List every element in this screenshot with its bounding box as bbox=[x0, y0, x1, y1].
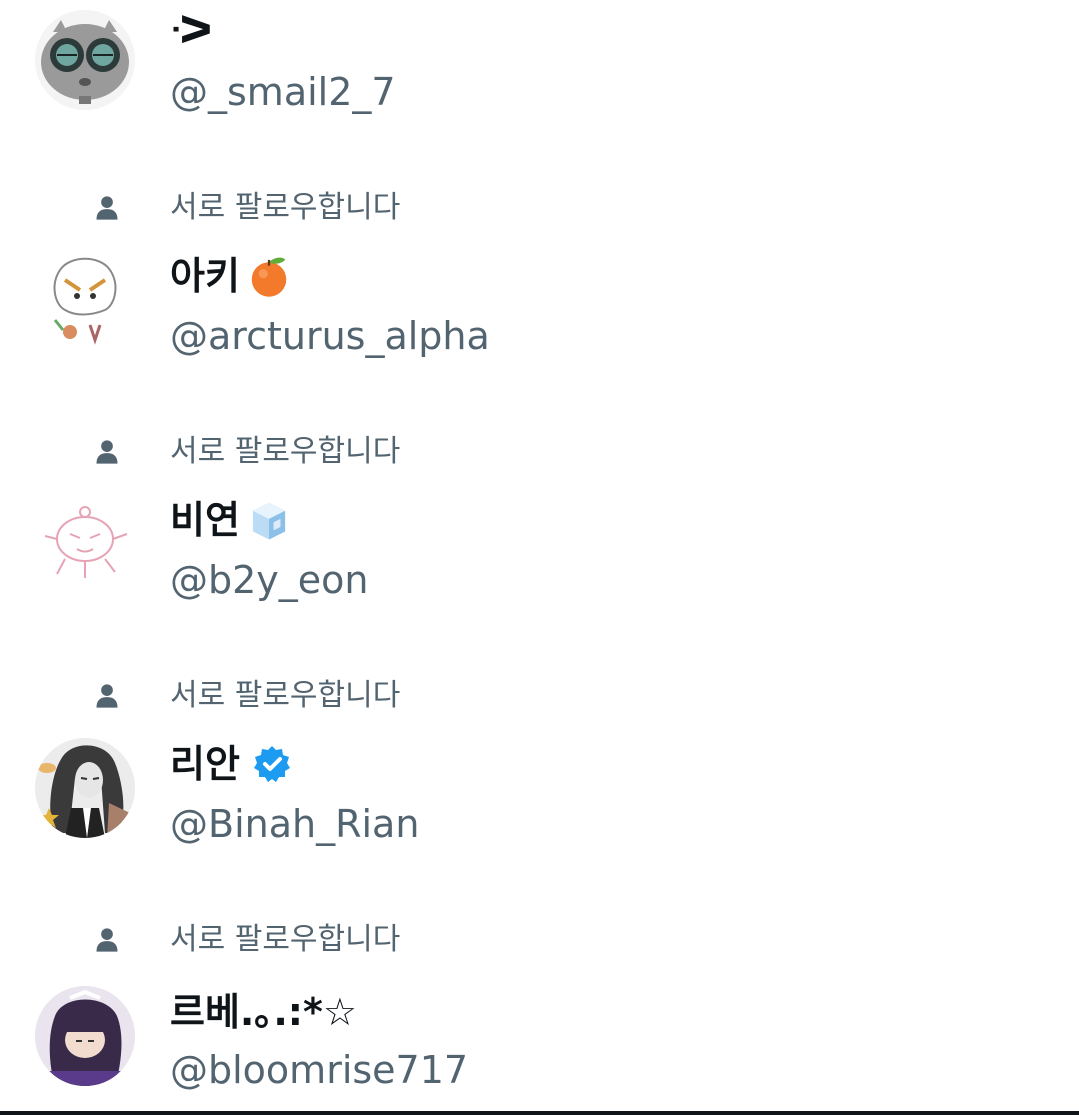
user-handle: @b2y_eon bbox=[170, 558, 369, 602]
user-handle: @bloomrise717 bbox=[170, 1048, 469, 1092]
person-icon bbox=[96, 440, 118, 464]
mutual-follow-indicator: 서로 팔로우합니다 bbox=[0, 676, 1079, 716]
display-name-row: 비연 bbox=[170, 498, 292, 542]
user-handle: @Binah_Rian bbox=[170, 802, 420, 846]
person-icon bbox=[96, 684, 118, 708]
bottom-divider bbox=[0, 1111, 1079, 1115]
mutual-follow-indicator: 서로 팔로우합니다 bbox=[0, 920, 1079, 960]
avatar[interactable] bbox=[35, 250, 135, 350]
user-handle: @_smail2_7 bbox=[170, 70, 396, 114]
mutual-follow-label: 서로 팔로우합니다 bbox=[170, 922, 401, 957]
tangerine-emoji-icon bbox=[251, 257, 287, 297]
mutual-follow-indicator: 서로 팔로우합니다 bbox=[0, 188, 1079, 228]
person-icon bbox=[96, 196, 118, 220]
avatar[interactable] bbox=[35, 986, 135, 1086]
display-name: 아키 bbox=[170, 254, 240, 298]
avatar[interactable] bbox=[35, 10, 135, 110]
mutual-follow-indicator: 서로 팔로우합니다 bbox=[0, 432, 1079, 472]
display-name: 비연 bbox=[170, 498, 240, 542]
avatar[interactable] bbox=[35, 494, 135, 594]
display-name: 리안 bbox=[170, 742, 240, 786]
verified-badge-icon bbox=[253, 746, 290, 782]
display-name: 르베.｡.:*☆ bbox=[170, 990, 357, 1034]
avatar[interactable] bbox=[35, 738, 135, 838]
mutual-follow-label: 서로 팔로우합니다 bbox=[170, 678, 401, 713]
ice-cube-emoji-icon bbox=[252, 502, 286, 540]
user-handle: @arcturus_alpha bbox=[170, 314, 490, 358]
display-name: ᑀ bbox=[170, 8, 214, 52]
mutual-follow-label: 서로 팔로우합니다 bbox=[170, 190, 401, 225]
mutual-follow-label: 서로 팔로우합니다 bbox=[170, 434, 401, 469]
display-name-row: 아키 bbox=[170, 254, 292, 298]
person-icon bbox=[96, 928, 118, 952]
display-name-row: 리안 bbox=[170, 742, 292, 786]
